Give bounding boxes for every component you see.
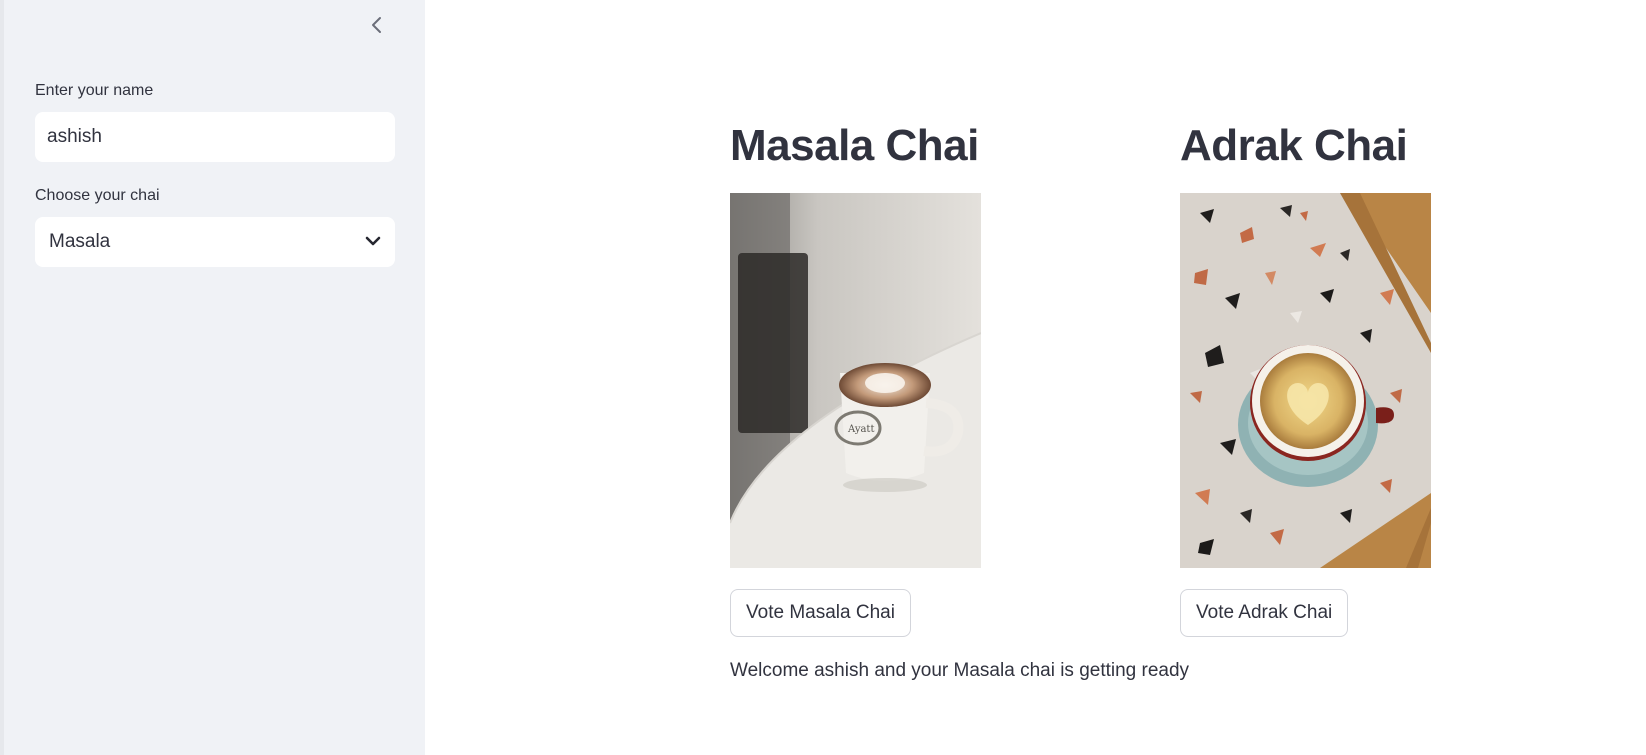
chai-select-label: Choose your chai	[35, 187, 160, 204]
vote-adrak-chai-button[interactable]: Vote Adrak Chai	[1180, 589, 1349, 637]
adrak-chai-title: Adrak Chai	[1180, 121, 1408, 170]
masala-chai-title: Masala Chai	[730, 121, 979, 170]
chai-select[interactable]: Masala	[35, 217, 395, 267]
welcome-message: Welcome ashish and your Masala chai is g…	[730, 660, 1190, 681]
name-input-container[interactable]	[35, 112, 395, 162]
chai-select-value: Masala	[49, 231, 111, 252]
masala-chai-column: Masala Chai Ayatt Vote Masala Chai	[730, 118, 981, 637]
main-content: Masala Chai Ayatt Vote Masala Chai Adrak…	[425, 0, 1646, 755]
sidebar: Enter your name Choose your chai Masala	[0, 0, 425, 755]
chevron-left-icon	[370, 16, 384, 39]
name-field-label: Enter your name	[35, 82, 154, 99]
adrak-chai-image	[1180, 193, 1431, 568]
vote-masala-chai-button[interactable]: Vote Masala Chai	[730, 589, 911, 637]
adrak-chai-column: Adrak Chai Vote Adrak Chai	[1180, 118, 1431, 637]
name-input[interactable]	[47, 126, 383, 148]
collapse-sidebar-button[interactable]	[364, 14, 390, 40]
chevron-down-icon	[365, 231, 381, 253]
svg-text:Ayatt: Ayatt	[847, 424, 874, 435]
app-root: Enter your name Choose your chai Masala …	[0, 0, 1646, 755]
masala-chai-image: Ayatt	[730, 193, 981, 568]
